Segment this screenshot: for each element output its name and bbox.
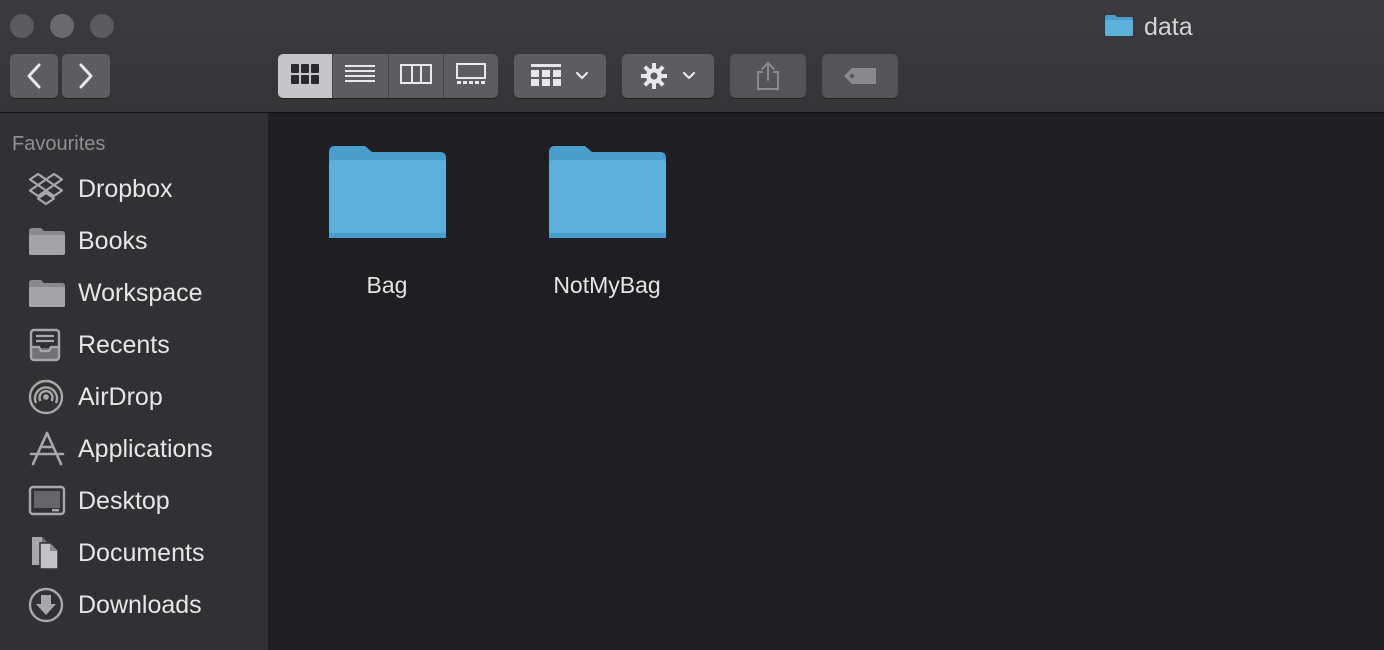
- minimize-window-button[interactable]: [50, 14, 74, 38]
- close-window-button[interactable]: [10, 14, 34, 38]
- folder-name: NotMyBag: [553, 272, 661, 298]
- gear-icon: [640, 62, 668, 90]
- desktop-icon: [28, 481, 68, 521]
- sidebar-list: Dropbox Books Workspace Recents AirDrop …: [0, 163, 268, 631]
- gallery-view-icon: [455, 62, 486, 90]
- sidebar: Favourites Dropbox Books Workspace Recen…: [0, 113, 268, 650]
- sidebar-item-label: Desktop: [78, 486, 170, 515]
- sidebar-item-label: Dropbox: [78, 174, 173, 203]
- toolbar: data: [0, 0, 1384, 113]
- chevron-right-icon: [78, 63, 94, 89]
- gallery-view-button[interactable]: [444, 54, 498, 98]
- finder-window: data Favourites Dropbox Books Workspace …: [0, 0, 1384, 650]
- folder-item-bag[interactable]: Bag: [297, 143, 477, 299]
- column-view-icon: [399, 63, 432, 90]
- sidebar-item-label: Applications: [78, 434, 213, 463]
- back-button[interactable]: [10, 54, 58, 98]
- sidebar-item-label: Books: [78, 226, 148, 255]
- arrange-button[interactable]: [514, 54, 606, 98]
- dropbox-icon: [28, 169, 68, 209]
- folder-icon: [547, 143, 667, 244]
- tag-button[interactable]: [822, 54, 898, 98]
- icon-view-icon: [290, 63, 320, 90]
- chevron-down-icon: [575, 71, 589, 81]
- file-browser: Bag NotMyBag: [268, 113, 1384, 650]
- folder-icon: [327, 143, 447, 244]
- sidebar-item-label: Documents: [78, 538, 205, 567]
- sidebar-item-recents[interactable]: Recents: [0, 319, 268, 371]
- folder-item-notmybag[interactable]: NotMyBag: [517, 143, 697, 299]
- folder-icon: [28, 221, 68, 261]
- downloads-icon: [28, 585, 68, 625]
- icon-view-button[interactable]: [278, 54, 334, 98]
- column-view-button[interactable]: [389, 54, 444, 98]
- action-button[interactable]: [622, 54, 714, 98]
- folder-icon: [1104, 13, 1134, 42]
- share-button[interactable]: [730, 54, 806, 98]
- view-mode-selector: [278, 54, 498, 98]
- applications-icon: [28, 429, 68, 469]
- chevron-down-icon: [682, 71, 696, 81]
- sidebar-item-label: Downloads: [78, 590, 202, 619]
- sidebar-item-applications[interactable]: Applications: [0, 423, 268, 475]
- zoom-window-button[interactable]: [90, 14, 114, 38]
- sidebar-item-workspace[interactable]: Workspace: [0, 267, 268, 319]
- chevron-left-icon: [26, 63, 42, 89]
- sidebar-item-documents[interactable]: Documents: [0, 527, 268, 579]
- folder-icon: [28, 273, 68, 313]
- sidebar-heading: Favourites: [12, 133, 106, 155]
- sidebar-item-label: Workspace: [78, 278, 203, 307]
- window-title: data: [1104, 13, 1193, 41]
- tag-icon: [842, 66, 878, 86]
- sidebar-item-label: AirDrop: [78, 382, 163, 411]
- sidebar-item-label: Recents: [78, 330, 170, 359]
- forward-button[interactable]: [62, 54, 110, 98]
- recents-icon: [28, 325, 68, 365]
- window-title-text: data: [1144, 12, 1193, 41]
- list-view-icon: [345, 63, 376, 90]
- arrange-grid-icon: [531, 64, 561, 88]
- sidebar-item-dropbox[interactable]: Dropbox: [0, 163, 268, 215]
- sidebar-item-airdrop[interactable]: AirDrop: [0, 371, 268, 423]
- folder-name: Bag: [366, 272, 408, 298]
- documents-icon: [28, 533, 68, 573]
- airdrop-icon: [28, 377, 68, 417]
- sidebar-item-desktop[interactable]: Desktop: [0, 475, 268, 527]
- list-view-button[interactable]: [333, 54, 389, 98]
- sidebar-item-downloads[interactable]: Downloads: [0, 579, 268, 631]
- share-icon: [756, 61, 780, 91]
- sidebar-item-books[interactable]: Books: [0, 215, 268, 267]
